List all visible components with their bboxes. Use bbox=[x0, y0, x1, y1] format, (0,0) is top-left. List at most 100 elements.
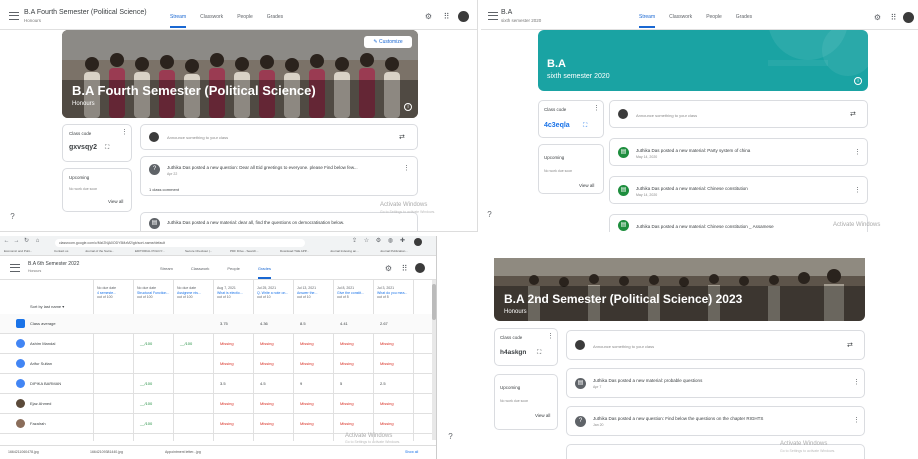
stream-post[interactable]: ▤ Juthika Das posted a new material: Chi… bbox=[609, 214, 868, 232]
gear-icon[interactable]: ⚙ bbox=[873, 13, 882, 22]
tab-stream[interactable]: Stream bbox=[639, 14, 656, 28]
extension-icon[interactable]: ⚙ bbox=[374, 237, 383, 246]
sort-dropdown[interactable]: Sort by last name ▾ bbox=[30, 304, 64, 309]
class-code[interactable]: 4c3eqla bbox=[544, 122, 570, 129]
grade-cell[interactable]: Missing bbox=[260, 361, 274, 366]
student-row[interactable]: Fazalrah __/100 Missing Missing Missing … bbox=[0, 414, 436, 434]
grade-cell[interactable]: Missing bbox=[300, 401, 314, 406]
more-options-icon[interactable]: ⋮ bbox=[593, 105, 600, 112]
tab-classwork[interactable]: Classwork bbox=[191, 266, 209, 279]
grade-cell[interactable]: Missing bbox=[380, 421, 394, 426]
assignment-column-header[interactable]: No due date Assignme nts... out of 100 bbox=[177, 286, 211, 300]
forward-icon[interactable]: → bbox=[12, 237, 21, 246]
grade-cell[interactable]: Missing bbox=[340, 361, 354, 366]
apps-grid-icon[interactable]: ⠿ bbox=[889, 13, 898, 22]
show-all-downloads-button[interactable]: Show all bbox=[405, 450, 418, 454]
repost-icon[interactable]: ⇄ bbox=[399, 133, 405, 141]
fullscreen-icon[interactable]: ⛶ bbox=[583, 123, 587, 130]
stream-post[interactable]: ▤ Juthika Das posted a new material: Chi… bbox=[609, 176, 868, 204]
grade-cell[interactable]: __/100 bbox=[140, 341, 152, 346]
download-item[interactable]: 16642109381440.jpg bbox=[90, 450, 123, 454]
class-code[interactable]: gxvsqy2 bbox=[69, 144, 97, 151]
extension-icon[interactable]: ◍ bbox=[386, 237, 395, 246]
stream-post[interactable]: ▤ Juthika Das posted a new material: pro… bbox=[566, 368, 865, 398]
grade-cell[interactable]: __/100 bbox=[180, 341, 192, 346]
assignment-column-header[interactable]: Jul 25, 2021 Q. Write a note on... out of … bbox=[257, 286, 291, 300]
grade-cell[interactable]: Missing bbox=[380, 401, 394, 406]
grade-cell[interactable]: __/100 bbox=[140, 421, 152, 426]
view-all-link[interactable]: View all bbox=[579, 183, 594, 188]
stream-post[interactable]: ▤ Juthika Das posted a new material: Par… bbox=[609, 138, 868, 166]
tab-classwork[interactable]: Classwork bbox=[200, 14, 223, 28]
repost-icon[interactable]: ⇄ bbox=[850, 110, 856, 118]
avatar[interactable] bbox=[415, 263, 425, 273]
stream-post[interactable]: ▤ Juthika Das posted a new material: dea… bbox=[140, 212, 418, 231]
avatar[interactable] bbox=[903, 12, 914, 23]
assignment-column-header[interactable]: Jul 8, 2021 Give the constit... out of 5 bbox=[337, 286, 371, 300]
tab-grades[interactable]: Grades bbox=[257, 266, 271, 279]
fullscreen-icon[interactable]: ⛶ bbox=[105, 145, 109, 152]
class-code[interactable]: h4askgn bbox=[500, 349, 526, 356]
apps-grid-icon[interactable]: ⠿ bbox=[400, 264, 409, 273]
bookmark-item[interactable]: PDF Drive - Search... bbox=[230, 249, 259, 253]
help-icon[interactable]: ? bbox=[446, 432, 455, 441]
grade-cell[interactable]: Missing bbox=[300, 341, 314, 346]
grade-cell[interactable]: Missing bbox=[380, 341, 394, 346]
grade-cell[interactable]: Missing bbox=[380, 361, 394, 366]
bookmark-item[interactable]: Journal Publication... bbox=[380, 249, 408, 253]
tab-people[interactable]: People bbox=[237, 14, 253, 28]
apps-grid-icon[interactable]: ⠿ bbox=[442, 12, 451, 21]
help-icon[interactable]: ? bbox=[8, 212, 17, 221]
class-title[interactable]: B.A Fourth Semester (Political Science) bbox=[24, 9, 147, 16]
tab-grades[interactable]: Grades bbox=[736, 14, 752, 28]
grade-cell[interactable]: 2.5 bbox=[380, 381, 386, 386]
gear-icon[interactable]: ⚙ bbox=[424, 12, 433, 21]
announce-box[interactable]: Announce something to your class ⇄ bbox=[566, 330, 865, 360]
more-options-icon[interactable]: ⋮ bbox=[853, 379, 860, 386]
more-options-icon[interactable]: ⋮ bbox=[121, 129, 128, 136]
tab-classwork[interactable]: Classwork bbox=[669, 14, 692, 28]
download-item[interactable]: Appointment letter...jpg bbox=[165, 450, 201, 454]
reload-icon[interactable]: ↻ bbox=[22, 237, 31, 246]
main-menu-icon[interactable] bbox=[488, 12, 498, 20]
fullscreen-icon[interactable]: ⛶ bbox=[537, 350, 541, 357]
assignment-column-header[interactable]: No due date Structural Function... out of … bbox=[137, 286, 171, 300]
repost-icon[interactable]: ⇄ bbox=[847, 341, 853, 349]
vertical-scrollbar[interactable] bbox=[432, 280, 436, 440]
stream-post[interactable]: ? Juthika Das posted a new question: Fin… bbox=[566, 406, 865, 436]
student-row[interactable]: DIPIKA BARMAN __/100 3.5 4.5 9 5 2.5 bbox=[0, 374, 436, 394]
assignment-column-header[interactable]: Aug 7, 2021 What is electio... out of 10 bbox=[217, 286, 251, 300]
bookmark-star-icon[interactable]: ☆ bbox=[362, 237, 371, 246]
view-all-link[interactable]: View all bbox=[535, 413, 550, 418]
grade-cell[interactable]: Missing bbox=[340, 421, 354, 426]
grade-cell[interactable]: Missing bbox=[220, 341, 234, 346]
assignment-column-header[interactable]: Jul 13, 2021 Answer the... out of 10 bbox=[297, 286, 331, 300]
tab-stream[interactable]: Stream bbox=[160, 266, 173, 279]
avatar[interactable] bbox=[458, 11, 469, 22]
bookmark-item[interactable]: Download THE APP... bbox=[280, 249, 309, 253]
main-menu-icon[interactable] bbox=[9, 12, 19, 20]
download-item[interactable]: 1664211060478.jpg bbox=[8, 450, 39, 454]
announce-box[interactable]: Announce something to your class ⇄ bbox=[140, 124, 418, 150]
tab-grades[interactable]: Grades bbox=[267, 14, 283, 28]
bookmark-item[interactable]: Journal Indexing an... bbox=[330, 249, 359, 253]
grade-cell[interactable]: Missing bbox=[260, 421, 274, 426]
grade-cell[interactable]: Missing bbox=[260, 341, 274, 346]
more-options-icon[interactable]: ⋮ bbox=[854, 149, 861, 156]
bookmark-item[interactable]: EDITORIAL POLICY... bbox=[135, 249, 165, 253]
assignment-column-header[interactable]: No due date 4 semeste... out of 100 bbox=[97, 286, 131, 300]
grade-cell[interactable]: Missing bbox=[220, 421, 234, 426]
bookmark-item[interactable]: Contact us bbox=[54, 249, 68, 253]
grade-cell[interactable]: 4.5 bbox=[260, 381, 266, 386]
class-title[interactable]: B.A bbox=[501, 9, 512, 16]
tab-people[interactable]: People bbox=[227, 266, 239, 279]
more-options-icon[interactable]: ⋮ bbox=[854, 187, 861, 194]
student-row[interactable]: Arifur Sultan Missing Missing Missing Mi… bbox=[0, 354, 436, 374]
grade-cell[interactable]: __/100 bbox=[140, 381, 152, 386]
bookmark-item[interactable]: Economic and Polit... bbox=[4, 249, 32, 253]
announce-box[interactable]: Announce something to your class ⇄ bbox=[609, 100, 868, 128]
grade-cell[interactable]: Missing bbox=[220, 361, 234, 366]
grade-cell[interactable]: Missing bbox=[220, 401, 234, 406]
grade-cell[interactable]: Missing bbox=[340, 401, 354, 406]
grade-cell[interactable]: Missing bbox=[300, 421, 314, 426]
